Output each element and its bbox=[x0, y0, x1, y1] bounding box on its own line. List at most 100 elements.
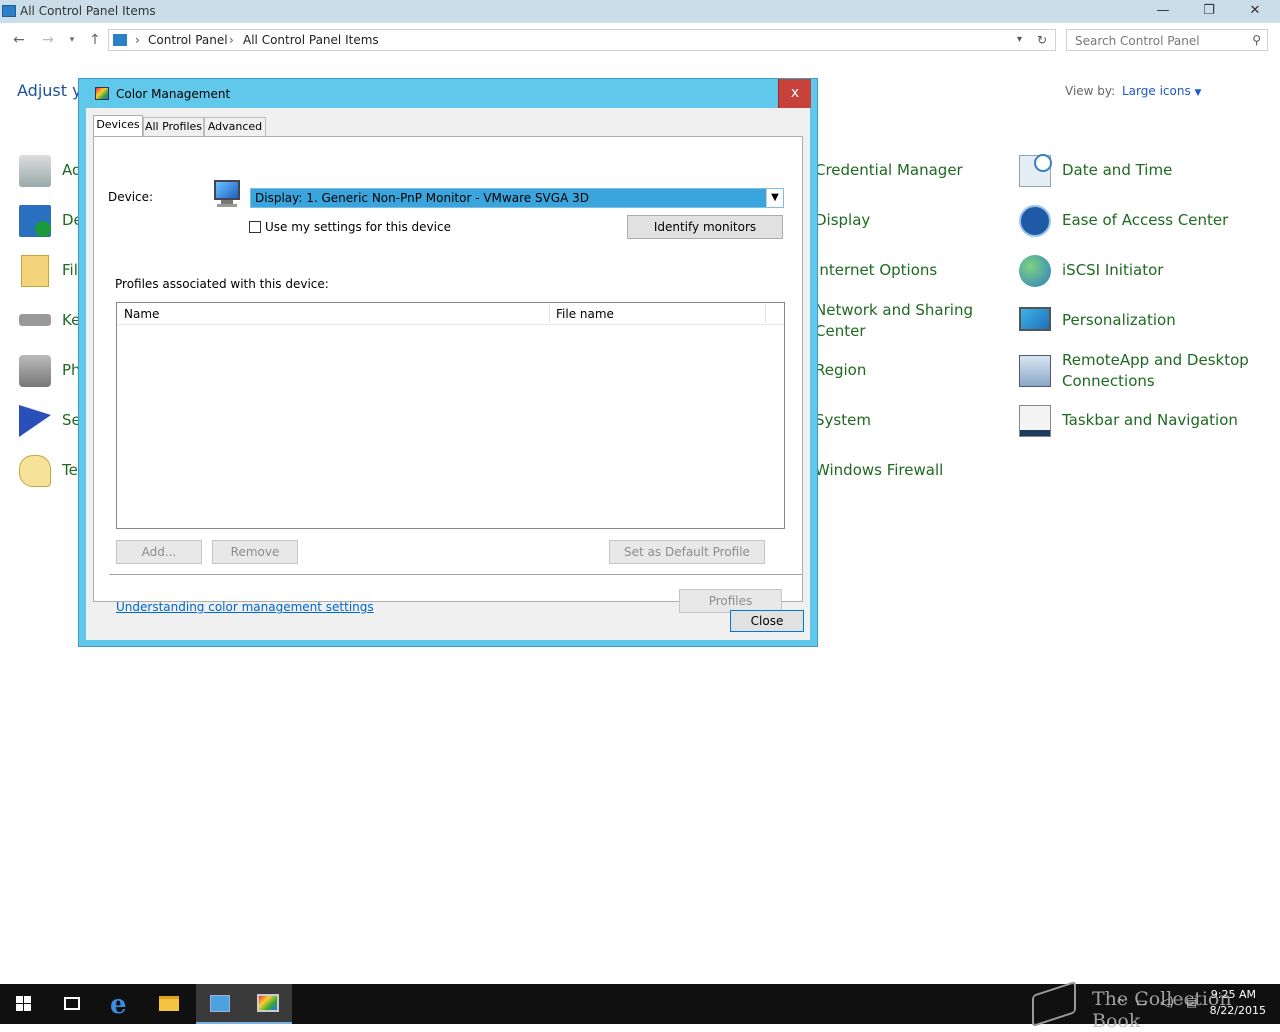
tab-devices[interactable]: Devices bbox=[93, 115, 143, 137]
clock-face-icon bbox=[1034, 154, 1052, 172]
profiles-list[interactable]: Name File name bbox=[116, 302, 785, 529]
window-titlebar: All Control Panel Items — ❐ ✕ bbox=[0, 0, 1280, 23]
recent-locations-chevron-icon[interactable]: ▾ bbox=[62, 30, 82, 50]
forward-arrow-icon[interactable]: → bbox=[38, 30, 58, 50]
search-input[interactable]: Search Control Panel ⚲ bbox=[1066, 29, 1268, 51]
up-arrow-icon[interactable]: ↑ bbox=[85, 30, 105, 50]
personalization-icon[interactable] bbox=[1019, 307, 1051, 331]
cp-item-display[interactable]: Display bbox=[815, 210, 870, 231]
breadcrumb-control-panel[interactable]: Control Panel bbox=[148, 33, 228, 47]
profiles-list-header: Name File name bbox=[117, 303, 784, 325]
cp-item-remoteapp[interactable]: RemoteApp and Desktop Connections bbox=[1062, 350, 1262, 392]
clock-icon[interactable] bbox=[1019, 154, 1052, 187]
remove-profile-button[interactable]: Remove bbox=[212, 540, 298, 564]
breadcrumb-separator-icon[interactable]: › bbox=[135, 33, 140, 47]
set-default-profile-button[interactable]: Set as Default Profile bbox=[609, 540, 765, 564]
cp-item-iscsi[interactable]: iSCSI Initiator bbox=[1062, 260, 1163, 281]
edge-icon: e bbox=[110, 990, 127, 1020]
column-divider[interactable] bbox=[765, 303, 766, 323]
profiles-associated-label: Profiles associated with this device: bbox=[115, 277, 329, 291]
cp-item-ease-of-access[interactable]: Ease of Access Center bbox=[1062, 210, 1228, 231]
chevron-down-icon: ▼ bbox=[1194, 88, 1202, 98]
cp-item-left-2[interactable]: Fil bbox=[62, 260, 78, 281]
taskbar: e ^ ▭ ◁) ▤ 9:25 AM 8/22/2015 bbox=[0, 980, 1280, 1028]
monitor-icon bbox=[212, 179, 242, 209]
file-explorer-button[interactable] bbox=[144, 984, 192, 1024]
admin-tools-icon[interactable] bbox=[19, 155, 51, 187]
cp-item-network-sharing[interactable]: Network and Sharing Center bbox=[815, 300, 980, 342]
iscsi-icon[interactable] bbox=[1019, 255, 1051, 287]
search-placeholder: Search Control Panel bbox=[1075, 34, 1200, 48]
cp-item-credential-manager[interactable]: Credential Manager bbox=[815, 160, 963, 181]
device-dropdown-value: Display: 1. Generic Non-PnP Monitor - VM… bbox=[255, 191, 589, 205]
monitor-screen bbox=[214, 180, 240, 200]
close-window-button[interactable]: ✕ bbox=[1232, 0, 1278, 23]
identify-monitors-button[interactable]: Identify monitors bbox=[627, 215, 783, 239]
section-divider bbox=[109, 574, 802, 575]
use-my-settings-checkbox[interactable] bbox=[249, 221, 261, 233]
control-panel-app-icon bbox=[2, 5, 16, 17]
color-management-taskbar-button[interactable] bbox=[244, 984, 292, 1024]
close-button[interactable]: Close bbox=[730, 610, 804, 632]
column-divider[interactable] bbox=[549, 303, 550, 323]
cp-item-date-time[interactable]: Date and Time bbox=[1062, 160, 1172, 181]
taskbar-strip-icon bbox=[1020, 430, 1050, 436]
edge-button[interactable]: e bbox=[96, 984, 144, 1024]
color-management-taskbar-icon bbox=[257, 994, 279, 1012]
minimize-button[interactable]: — bbox=[1140, 0, 1186, 23]
color-management-icon bbox=[95, 87, 109, 100]
speech-icon[interactable] bbox=[19, 455, 51, 487]
windows-logo-icon bbox=[16, 1004, 23, 1011]
remoteapp-icon[interactable] bbox=[1019, 355, 1051, 387]
breadcrumb-separator-icon[interactable]: › bbox=[229, 33, 234, 47]
device-label: Device: bbox=[108, 190, 154, 204]
cp-item-left-6[interactable]: Te bbox=[62, 460, 78, 481]
breadcrumb-all-items[interactable]: All Control Panel Items bbox=[243, 33, 379, 47]
keyboard-icon[interactable] bbox=[19, 314, 51, 326]
view-by-dropdown[interactable]: Large icons ▼ bbox=[1122, 84, 1201, 98]
security-flag-icon[interactable] bbox=[19, 405, 51, 437]
start-button[interactable] bbox=[0, 984, 48, 1024]
windows-logo-icon bbox=[16, 996, 23, 1003]
cp-item-region[interactable]: Region bbox=[815, 360, 866, 381]
dialog-title: Color Management bbox=[116, 87, 231, 101]
cp-item-system[interactable]: System bbox=[815, 410, 871, 431]
dialog-close-x-button[interactable]: x bbox=[778, 79, 811, 108]
monitor-base bbox=[217, 204, 237, 207]
search-icon[interactable]: ⚲ bbox=[1252, 33, 1261, 47]
address-dropdown-chevron-icon[interactable]: ▾ bbox=[1017, 34, 1022, 45]
watermark-text: The Collection Book bbox=[1092, 988, 1232, 1032]
column-header-file-name[interactable]: File name bbox=[556, 307, 614, 321]
back-arrow-icon[interactable]: ← bbox=[9, 30, 29, 50]
watermark-book-logo bbox=[1032, 980, 1076, 1028]
control-panel-breadcrumb-icon bbox=[113, 34, 127, 46]
windows-logo-icon bbox=[24, 996, 31, 1003]
cp-item-windows-firewall[interactable]: Windows Firewall bbox=[815, 460, 943, 481]
file-history-icon[interactable] bbox=[21, 255, 49, 287]
control-panel-taskbar-button[interactable] bbox=[196, 984, 244, 1024]
dialog-body: Devices All Profiles Advanced Device: Di… bbox=[86, 108, 810, 640]
cp-item-personalization[interactable]: Personalization bbox=[1062, 310, 1176, 331]
control-panel-icon bbox=[210, 995, 230, 1012]
column-header-name[interactable]: Name bbox=[124, 307, 159, 321]
cp-item-taskbar-navigation[interactable]: Taskbar and Navigation bbox=[1062, 410, 1238, 431]
view-by-value: Large icons bbox=[1122, 84, 1191, 98]
taskbar-icon[interactable] bbox=[1019, 405, 1051, 437]
tab-all-profiles[interactable]: All Profiles bbox=[143, 117, 204, 136]
restore-button[interactable]: ❐ bbox=[1186, 0, 1232, 23]
address-bar[interactable]: › Control Panel › All Control Panel Item… bbox=[108, 29, 1056, 51]
use-my-settings-label[interactable]: Use my settings for this device bbox=[265, 220, 451, 234]
add-profile-button[interactable]: Add... bbox=[116, 540, 202, 564]
device-dropdown[interactable]: Display: 1. Generic Non-PnP Monitor - VM… bbox=[250, 188, 784, 208]
cp-item-internet-options[interactable]: Internet Options bbox=[815, 260, 937, 281]
defender-icon[interactable] bbox=[19, 205, 51, 237]
task-view-icon bbox=[64, 997, 80, 1010]
tab-advanced[interactable]: Advanced bbox=[204, 117, 266, 136]
accessibility-icon[interactable] bbox=[1019, 205, 1051, 237]
refresh-icon[interactable]: ↻ bbox=[1037, 33, 1047, 47]
task-view-button[interactable] bbox=[48, 984, 96, 1024]
chevron-down-icon[interactable]: ▼ bbox=[766, 189, 783, 207]
devices-tab-panel: Device: Display: 1. Generic Non-PnP Moni… bbox=[93, 136, 803, 614]
phone-modem-icon[interactable] bbox=[19, 355, 51, 387]
color-management-help-link[interactable]: Understanding color management settings bbox=[116, 600, 374, 614]
